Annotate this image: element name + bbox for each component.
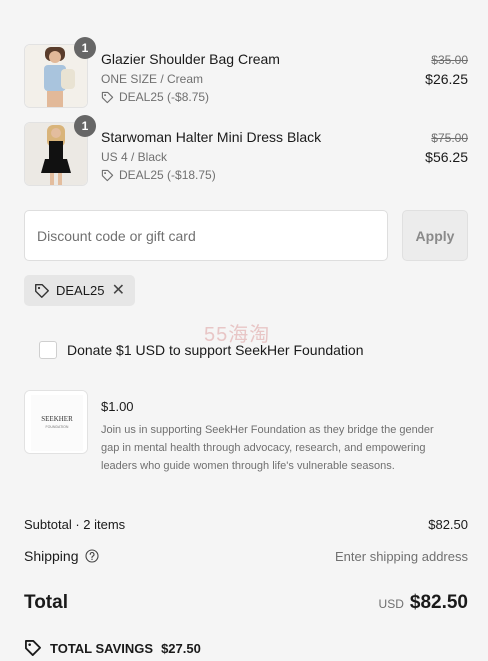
- total-value: $82.50: [409, 592, 468, 613]
- tag-icon: [25, 640, 41, 656]
- donation-logo-subtext: FOUNDATION: [46, 425, 69, 429]
- discount-code-input[interactable]: [24, 210, 388, 261]
- currency-code: USD: [378, 597, 404, 611]
- quantity-badge: 1: [74, 115, 96, 137]
- shipping-label-group: Shipping: [24, 548, 99, 564]
- item-discount-label: DEAL25 (-$18.75): [119, 168, 216, 182]
- tag-icon: [35, 283, 49, 298]
- total-label: Total: [24, 592, 68, 613]
- savings-value: $27.50: [161, 640, 201, 656]
- item-name: Starwoman Halter Mini Dress Black: [101, 129, 322, 145]
- applied-discount-chip: DEAL25 ✕: [24, 275, 135, 306]
- shipping-label: Shipping: [24, 548, 79, 564]
- total-amount: USD $82.50: [379, 592, 468, 614]
- total-savings: TOTAL SAVINGS $27.50: [24, 639, 201, 657]
- donate-option[interactable]: Donate $1 USD to support SeekHer Foundat…: [39, 341, 364, 359]
- original-price: $75.00: [431, 131, 468, 145]
- donation-price: $1.00: [101, 399, 134, 414]
- total-row: Total USD $82.50: [24, 592, 468, 614]
- applied-code-label: DEAL25: [56, 283, 105, 298]
- shipping-row: Shipping Enter shipping address: [24, 548, 468, 564]
- help-icon[interactable]: [84, 549, 99, 563]
- cart-item: 1 Starwoman Halter Mini Dress Black US 4…: [24, 115, 468, 188]
- item-name: Glazier Shoulder Bag Cream: [101, 51, 280, 67]
- item-discount: DEAL25 (-$8.75): [101, 90, 209, 104]
- donation-logo-text: SEEKHER: [41, 415, 73, 423]
- donate-label: Donate $1 USD to support SeekHer Foundat…: [67, 342, 364, 358]
- shipping-value: Enter shipping address: [335, 548, 468, 564]
- apply-button[interactable]: Apply: [402, 210, 468, 261]
- item-variant: US 4 / Black: [101, 150, 168, 164]
- tag-icon: [101, 91, 114, 103]
- item-price: $56.25: [425, 149, 468, 165]
- item-price: $26.25: [425, 71, 468, 87]
- item-variant: ONE SIZE / Cream: [101, 72, 204, 86]
- subtotal-row: Subtotal · 2 items $82.50: [24, 517, 468, 532]
- donation-logo: SEEKHER FOUNDATION: [24, 390, 88, 454]
- remove-discount-icon[interactable]: ✕: [112, 282, 125, 299]
- item-discount-label: DEAL25 (-$8.75): [119, 90, 210, 104]
- subtotal-label: Subtotal · 2 items: [24, 517, 126, 532]
- donation-description: Join us in supporting SeekHer Foundation…: [101, 424, 434, 472]
- item-discount: DEAL25 (-$18.75): [101, 168, 216, 182]
- donate-checkbox[interactable]: [39, 341, 57, 359]
- savings-label: TOTAL SAVINGS: [50, 640, 154, 656]
- quantity-badge: 1: [74, 37, 96, 59]
- tag-icon: [101, 169, 114, 181]
- original-price: $35.00: [431, 53, 468, 67]
- subtotal-value: $82.50: [428, 517, 468, 532]
- cart-item: 1 Glazier Shoulder Bag Cream ONE SIZE / …: [24, 37, 468, 110]
